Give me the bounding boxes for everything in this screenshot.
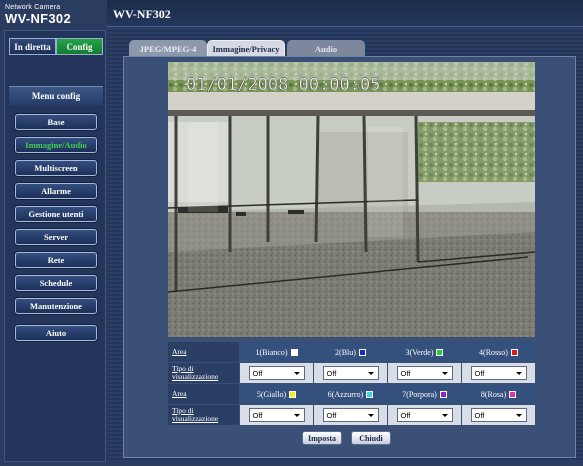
live-mode-button[interactable]: In diretta	[9, 38, 56, 55]
display-type-label: Tipo di visualizzazione	[168, 363, 239, 383]
main-panel: JPEG/MPEG-4 Immagine/Privacy Audio 01/01…	[107, 28, 583, 462]
chevron-down-icon	[441, 372, 448, 375]
tab-image-privacy[interactable]: Immagine/Privacy	[207, 40, 285, 57]
chevron-down-icon	[515, 414, 522, 417]
camera-timestamp: 01/01/2008 00:00:05	[186, 75, 380, 95]
help-button[interactable]: Aiuto	[15, 325, 97, 341]
display-type-select-8[interactable]: Off	[470, 408, 527, 422]
camera-image: 01/01/2008 00:00:05	[168, 62, 535, 337]
chevron-down-icon	[515, 372, 522, 375]
sidebar-item-multiscreen[interactable]: Multiscreen	[15, 160, 97, 176]
select-cell: Off	[314, 363, 387, 383]
color-swatch	[366, 390, 374, 398]
set-button[interactable]: Imposta	[302, 431, 342, 445]
display-type-select-2[interactable]: Off	[322, 366, 379, 380]
area-name: 2(Blu)	[335, 347, 356, 357]
chevron-down-icon	[367, 372, 374, 375]
color-swatch	[509, 390, 517, 398]
content-area: 01/01/2008 00:00:05 Area 1(Bianco) 2(Blu…	[123, 56, 576, 458]
area-name: 6(Azzurro)	[327, 389, 364, 399]
area-name: 3(Verde)	[405, 347, 434, 357]
display-type-select-4[interactable]: Off	[470, 366, 527, 380]
chevron-down-icon	[293, 372, 300, 375]
area-cell-6: 6(Azzurro)	[314, 384, 387, 404]
sidebar: In diretta Config Menu config Base Immag…	[4, 30, 106, 462]
camera-view: 01/01/2008 00:00:05	[168, 62, 535, 337]
color-swatch	[436, 348, 444, 356]
sidebar-item-maintenance[interactable]: Manutenzione	[15, 298, 97, 314]
display-type-select-6[interactable]: Off	[322, 408, 379, 422]
select-value: Off	[326, 368, 337, 378]
sidebar-item-network[interactable]: Rete	[15, 252, 97, 268]
color-swatch	[290, 348, 298, 356]
color-swatch	[289, 390, 297, 398]
select-cell: Off	[462, 405, 535, 425]
sidebar-item-server[interactable]: Server	[15, 229, 97, 245]
sidebar-item-base[interactable]: Base	[15, 114, 97, 130]
chevron-down-icon	[441, 414, 448, 417]
tab-jpeg-mpeg4[interactable]: JPEG/MPEG-4	[129, 40, 207, 57]
app-frame: Network Camera WV-NF302 WV-NF302 In dire…	[0, 0, 583, 466]
select-value: Off	[252, 368, 263, 378]
area-cell-2: 2(Blu)	[314, 342, 387, 362]
sidebar-item-schedule[interactable]: Schedule	[15, 275, 97, 291]
area-cell-3: 3(Verde)	[388, 342, 461, 362]
chevron-down-icon	[293, 414, 300, 417]
table-row: Tipo di visualizzazione Off Off Off Off	[168, 363, 535, 383]
select-value: Off	[474, 410, 485, 420]
display-type-select-3[interactable]: Off	[396, 366, 453, 380]
table-row: Area 1(Bianco) 2(Blu) 3(Verde) 4(Rosso)	[168, 342, 535, 362]
close-button[interactable]: Chiudi	[351, 431, 391, 445]
select-cell: Off	[388, 405, 461, 425]
display-type-select-7[interactable]: Off	[396, 408, 453, 422]
area-name: 7(Porpora)	[402, 389, 437, 399]
sidebar-item-user-management[interactable]: Gestione utenti	[15, 206, 97, 222]
sidebar-item-image-audio[interactable]: Immagine/Audio	[15, 137, 97, 153]
area-name: 1(Bianco)	[255, 347, 288, 357]
area-cell-1: 1(Bianco)	[240, 342, 313, 362]
select-cell: Off	[462, 363, 535, 383]
display-type-select-5[interactable]: Off	[248, 408, 305, 422]
area-label: Area	[168, 342, 239, 362]
area-cell-7: 7(Porpora)	[388, 384, 461, 404]
config-mode-button[interactable]: Config	[56, 38, 103, 55]
select-value: Off	[400, 368, 411, 378]
select-cell: Off	[388, 363, 461, 383]
table-row: Tipo di visualizzazione Off Off Off Off	[168, 405, 535, 425]
tab-audio[interactable]: Audio	[287, 40, 365, 57]
area-cell-5: 5(Giallo)	[240, 384, 313, 404]
page-title: WV-NF302	[113, 7, 171, 21]
display-type-select-1[interactable]: Off	[248, 366, 305, 380]
brand-model: WV-NF302	[5, 11, 71, 26]
menu-header: Menu config	[9, 86, 103, 105]
header-bar: WV-NF302	[107, 0, 583, 27]
select-value: Off	[400, 410, 411, 420]
area-name: 5(Giallo)	[256, 389, 287, 399]
chevron-down-icon	[367, 414, 374, 417]
select-value: Off	[252, 410, 263, 420]
select-value: Off	[326, 410, 337, 420]
color-swatch	[439, 390, 447, 398]
area-cell-4: 4(Rosso)	[462, 342, 535, 362]
color-swatch	[358, 348, 366, 356]
area-cell-8: 8(Rosa)	[462, 384, 535, 404]
select-cell: Off	[240, 363, 313, 383]
brand-logo: Network Camera WV-NF302	[5, 4, 107, 28]
area-name: 8(Rosa)	[480, 389, 507, 399]
select-cell: Off	[314, 405, 387, 425]
select-cell: Off	[240, 405, 313, 425]
sidebar-item-alarm[interactable]: Allarme	[15, 183, 97, 199]
area-name: 4(Rosso)	[479, 347, 508, 357]
table-row: Area 5(Giallo) 6(Azzurro) 7(Porpora) 8(R…	[168, 384, 535, 404]
color-swatch	[510, 348, 518, 356]
select-value: Off	[474, 368, 485, 378]
display-type-label: Tipo di visualizzazione	[168, 405, 239, 425]
area-label: Area	[168, 384, 239, 404]
